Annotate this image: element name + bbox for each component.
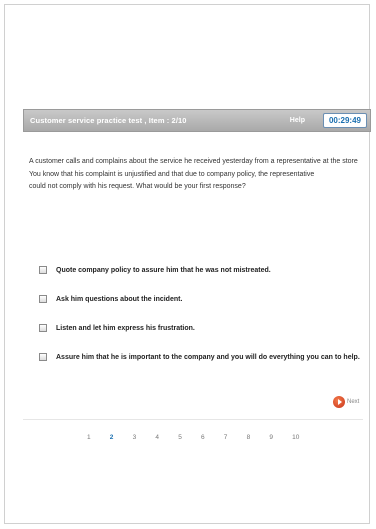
question-pager: 1 2 3 4 5 6 7 8 9 10 — [87, 434, 315, 441]
answer-option-1[interactable]: Quote company policy to assure him that … — [39, 264, 359, 276]
page-link[interactable]: 10 — [292, 434, 315, 441]
page-link[interactable]: 7 — [224, 434, 247, 441]
test-header-bar: Customer service practice test , Item : … — [23, 109, 371, 132]
answer-checkbox[interactable] — [39, 266, 47, 274]
answer-option-3[interactable]: Listen and let him express his frustrati… — [39, 322, 359, 334]
answer-label: Quote company policy to assure him that … — [56, 266, 271, 274]
page-link[interactable]: 3 — [133, 434, 156, 441]
answer-label: Listen and let him express his frustrati… — [56, 324, 195, 332]
divider — [23, 419, 363, 420]
page-link[interactable]: 8 — [247, 434, 270, 441]
page-link[interactable]: 1 — [87, 434, 110, 441]
test-title: Customer service practice test , Item : … — [30, 116, 187, 125]
answer-label: Ask him questions about the incident. — [56, 295, 183, 303]
help-link[interactable]: Help — [290, 117, 305, 124]
question-line: You know that his complaint is unjustifi… — [29, 170, 315, 178]
answer-label: Assure him that he is important to the c… — [56, 353, 360, 361]
page-link-current[interactable]: 2 — [110, 434, 133, 441]
answer-checkbox[interactable] — [39, 353, 47, 361]
answer-option-4[interactable]: Assure him that he is important to the c… — [39, 351, 360, 363]
answer-checkbox[interactable] — [39, 324, 47, 332]
countdown-timer: 00:29:49 — [322, 113, 367, 128]
answer-checkbox[interactable] — [39, 295, 47, 303]
answer-option-2[interactable]: Ask him questions about the incident. — [39, 293, 359, 305]
question-text: A customer calls and complains about the… — [29, 156, 369, 194]
next-arrow-icon[interactable] — [333, 396, 345, 408]
next-button[interactable]: Next — [333, 396, 359, 408]
page-link[interactable]: 6 — [201, 434, 224, 441]
test-window: Customer service practice test , Item : … — [4, 4, 371, 524]
question-line: could not comply with his request. What … — [29, 183, 246, 190]
page-link[interactable]: 4 — [155, 434, 178, 441]
answer-options: Quote company policy to assure him that … — [39, 264, 360, 380]
next-label[interactable]: Next — [347, 399, 359, 405]
page-link[interactable]: 5 — [178, 434, 201, 441]
question-line: A customer calls and complains about the… — [29, 158, 358, 165]
page-link[interactable]: 9 — [269, 434, 292, 441]
